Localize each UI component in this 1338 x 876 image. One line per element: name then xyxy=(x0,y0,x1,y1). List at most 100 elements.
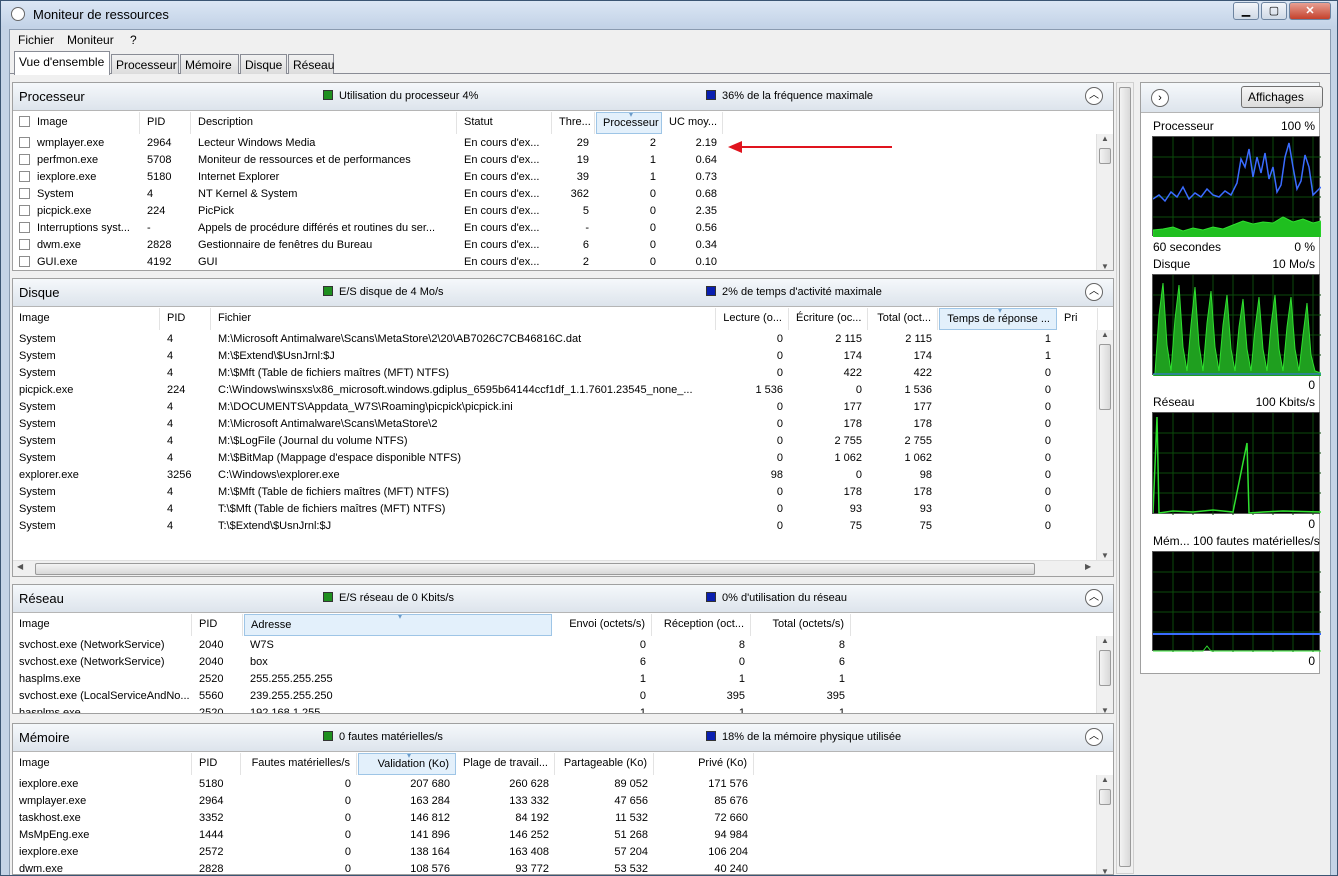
table-cell: 4 xyxy=(141,186,191,203)
table-cell: 0 xyxy=(717,501,789,518)
table-row[interactable]: System 4 M:\$LogFile (Journal du volume NT… xyxy=(13,433,1097,450)
row-checkbox[interactable] xyxy=(19,154,30,165)
table-row[interactable]: taskhost.exe 3352 0 146 812 84 192 11 532 72 6… xyxy=(13,810,1097,827)
views-button[interactable]: Affichages xyxy=(1241,86,1323,108)
scroll-right-icon[interactable]: ▶ xyxy=(1085,562,1091,571)
minimize-button[interactable]: ▁ xyxy=(1233,2,1259,20)
scroll-left-icon[interactable]: ◀ xyxy=(17,562,23,571)
main-scrollbar[interactable] xyxy=(1116,82,1134,874)
table-cell: 224 xyxy=(161,382,211,399)
cell-text: 2572 xyxy=(199,846,224,858)
tab-memory[interactable]: Mémoire xyxy=(180,54,239,74)
scroll-down-icon[interactable]: ▼ xyxy=(1101,867,1109,874)
menu-fichier[interactable]: Fichier xyxy=(18,33,54,47)
table-row[interactable]: System 4 M:\$Extend\$UsnJrnl:$J 0 174 174 1 xyxy=(13,348,1097,365)
table-cell: 2964 xyxy=(193,793,241,810)
table-row[interactable]: GUI.exe 4192 GUI En cours d'ex... 2 0 0.10 xyxy=(13,254,1097,270)
cell-text: 2.19 xyxy=(695,137,717,149)
scroll-thumb[interactable] xyxy=(1099,148,1111,164)
tab-overview[interactable]: Vue d'ensemble xyxy=(14,51,110,75)
cell-text: C:\Windows\explorer.exe xyxy=(218,469,340,481)
cell-text: 0 xyxy=(776,503,783,515)
table-row[interactable]: perfmon.exe 5708 Moniteur de ressources et… xyxy=(13,152,1097,169)
table-row[interactable]: iexplore.exe 5180 0 207 680 260 628 89 052 171… xyxy=(13,776,1097,793)
row-checkbox[interactable] xyxy=(19,188,30,199)
table-row[interactable]: svchost.exe (NetworkService) 2040 box 6 0 6 xyxy=(13,654,1097,671)
scroll-down-icon[interactable]: ▼ xyxy=(1101,551,1109,560)
row-checkbox[interactable] xyxy=(19,137,30,148)
row-checkbox[interactable] xyxy=(19,171,30,182)
table-cell: 174 xyxy=(869,348,938,365)
table-row[interactable]: wmplayer.exe 2964 Lecteur Windows Media En … xyxy=(13,135,1097,152)
cell-text: 0 xyxy=(738,656,745,668)
scroll-up-icon[interactable]: ▲ xyxy=(1101,134,1109,143)
cell-text: 0 xyxy=(776,401,783,413)
scroll-up-icon[interactable]: ▲ xyxy=(1101,330,1109,339)
cell-text: 0 xyxy=(776,418,783,430)
table-row[interactable]: iexplore.exe 2572 0 138 164 163 408 57 204 106… xyxy=(13,844,1097,861)
scroll-thumb[interactable] xyxy=(1099,650,1111,686)
table-row[interactable]: System 4 M:\$Mft (Table de fichiers maître… xyxy=(13,484,1097,501)
table-row[interactable]: picpick.exe 224 C:\Windows\winsxs\x86_micr… xyxy=(13,382,1097,399)
table-cell: 75 xyxy=(790,518,868,535)
close-button[interactable]: ✕ xyxy=(1289,2,1331,20)
table-row[interactable]: System 4 T:\$Mft (Table de fichiers maître… xyxy=(13,501,1097,518)
tab-network[interactable]: Réseau xyxy=(288,54,334,74)
cell-text: System xyxy=(19,503,56,515)
table-row[interactable]: dwm.exe 2828 0 108 576 93 772 53 532 40 240 xyxy=(13,861,1097,874)
cell-text: 0 xyxy=(649,188,656,200)
table-cell: 98 xyxy=(869,467,938,484)
table-row[interactable]: System 4 M:\$BitMap (Mappage d'espace disp… xyxy=(13,450,1097,467)
memory-section: Mémoire 0 fautes matérielles/s 18% de la… xyxy=(12,723,1114,875)
scroll-thumb[interactable] xyxy=(1119,87,1131,867)
cell-text: 138 164 xyxy=(410,846,450,858)
scroll-down-icon[interactable]: ▼ xyxy=(1101,706,1109,713)
scroll-thumb[interactable] xyxy=(1099,344,1111,410)
processor-scrollbar[interactable]: ▲ ▼ xyxy=(1096,134,1113,270)
row-checkbox[interactable] xyxy=(19,205,30,216)
cell-text: 5 xyxy=(582,205,589,217)
table-row[interactable]: svchost.exe (LocalServiceAndNo... 5560 239… xyxy=(13,688,1097,705)
table-row[interactable]: hasplms.exe 2520 192.168.1.255 1 1 1 xyxy=(13,705,1097,713)
scroll-up-icon[interactable]: ▲ xyxy=(1101,636,1109,645)
table-row[interactable]: System 4 M:\$Mft (Table de fichiers maître… xyxy=(13,365,1097,382)
memory-scrollbar[interactable]: ▲ ▼ xyxy=(1096,775,1113,874)
tab-disk[interactable]: Disque xyxy=(240,54,287,74)
table-row[interactable]: svchost.exe (NetworkService) 2040 W7S 0 8 8 xyxy=(13,637,1097,654)
row-checkbox[interactable] xyxy=(19,239,30,250)
table-row[interactable]: Interruptions syst... - Appels de procédur… xyxy=(13,220,1097,237)
scroll-thumb[interactable] xyxy=(1099,789,1111,805)
menu-moniteur[interactable]: Moniteur xyxy=(67,33,114,47)
table-row[interactable]: picpick.exe 224 PicPick En cours d'ex... 5 0 2… xyxy=(13,203,1097,220)
chevron-right-icon[interactable]: › xyxy=(1151,89,1169,107)
network-scrollbar[interactable]: ▲ ▼ xyxy=(1096,636,1113,713)
table-row[interactable]: System 4 T:\$Extend\$UsnJrnl:$J 0 75 75 0 xyxy=(13,518,1097,535)
cell-text: M:\$Mft (Table de fichiers maîtres (MFT)… xyxy=(218,486,450,498)
row-checkbox[interactable] xyxy=(19,256,30,267)
table-row[interactable]: System 4 M:\Microsoft Antimalware\Scans\Me… xyxy=(13,416,1097,433)
tab-processor[interactable]: Processeur xyxy=(111,54,179,74)
cell-text: 0 xyxy=(344,778,351,790)
table-row[interactable]: iexplore.exe 5180 Internet Explorer En cour… xyxy=(13,169,1097,186)
table-row[interactable]: hasplms.exe 2520 255.255.255.255 1 1 1 xyxy=(13,671,1097,688)
table-row[interactable]: dwm.exe 2828 Gestionnaire de fenêtres du B… xyxy=(13,237,1097,254)
scroll-down-icon[interactable]: ▼ xyxy=(1101,262,1109,270)
scroll-up-icon[interactable]: ▲ xyxy=(1101,775,1109,784)
table-row[interactable]: System 4 M:\Microsoft Antimalware\Scans\Me… xyxy=(13,331,1097,348)
cell-text: M:\$Extend\$UsnJrnl:$J xyxy=(218,350,335,362)
disk-scrollbar[interactable]: ▲ ▼ xyxy=(1096,330,1113,560)
disk-horizontal-scrollbar[interactable]: ◀ ▶ xyxy=(13,560,1113,576)
menu-help[interactable]: ? xyxy=(130,33,137,47)
cell-text: 0 xyxy=(776,350,783,362)
table-row[interactable]: explorer.exe 3256 C:\Windows\explorer.exe 9… xyxy=(13,467,1097,484)
table-cell: 0 xyxy=(790,467,868,484)
table-row[interactable]: wmplayer.exe 2964 0 163 284 133 332 47 656 85 … xyxy=(13,793,1097,810)
maximize-button[interactable]: ▢ xyxy=(1261,2,1287,20)
network-graph xyxy=(1152,412,1322,515)
table-row[interactable]: System 4 M:\DOCUMENTS\Appdata_W7S\Roaming\… xyxy=(13,399,1097,416)
scroll-thumb[interactable] xyxy=(35,563,1035,575)
cell-text: 141 896 xyxy=(410,829,450,841)
table-row[interactable]: MsMpEng.exe 1444 0 141 896 146 252 51 268 94 9… xyxy=(13,827,1097,844)
table-row[interactable]: System 4 NT Kernel & System En cours d'ex..… xyxy=(13,186,1097,203)
row-checkbox[interactable] xyxy=(19,222,30,233)
